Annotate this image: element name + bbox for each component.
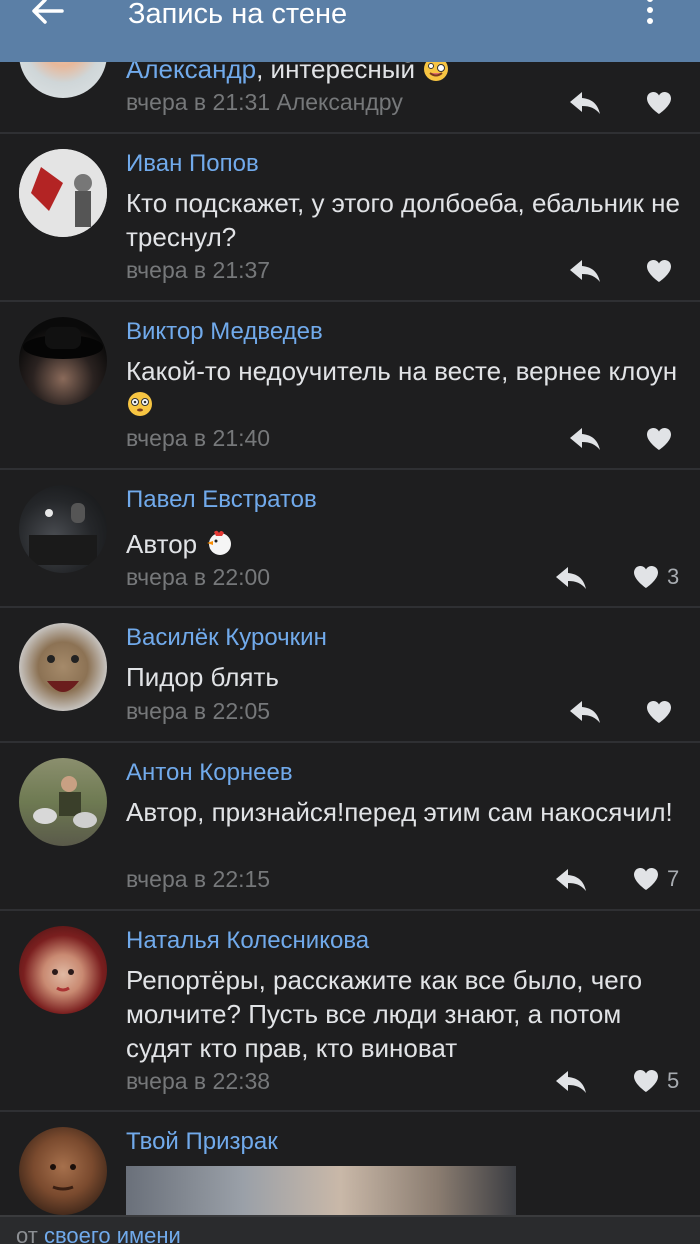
reply-to-link[interactable]: Александру [277, 89, 403, 115]
reply-icon[interactable] [554, 1069, 588, 1095]
comment-text: Автор, признайся!перед этим сам накосячи… [126, 797, 673, 827]
comment-time: вчера в 21:37 [126, 257, 271, 283]
comment-time: вчера в 21:31 [126, 89, 271, 115]
avatar[interactable] [19, 317, 107, 405]
like-button[interactable] [646, 257, 672, 285]
avatar[interactable] [19, 623, 107, 711]
avatar[interactable] [19, 926, 107, 1014]
heart-icon [634, 566, 658, 588]
reply-icon[interactable] [554, 565, 588, 591]
comment-author[interactable]: Василёк Курочкин [126, 624, 327, 652]
more-vertical-icon [647, 0, 653, 2]
heart-icon [634, 1070, 658, 1092]
comment-text: Автор [126, 529, 198, 559]
reply-as-link[interactable]: своего имени [44, 1223, 181, 1244]
back-arrow-icon [32, 0, 64, 24]
top-app-bar: Запись на стене [0, 0, 700, 62]
reply-icon[interactable] [568, 90, 602, 116]
like-button[interactable]: 3 [633, 563, 679, 591]
divider [0, 468, 700, 470]
divider [0, 132, 700, 134]
comment-time: вчера в 22:00 [126, 564, 271, 590]
avatar[interactable] [19, 485, 107, 573]
divider [0, 741, 700, 743]
comment-author[interactable]: Павел Евстратов [126, 486, 317, 514]
heart-icon [647, 428, 671, 450]
comment-text: Какой-то недоучитель на весте, вернее кл… [126, 356, 678, 386]
like-button[interactable]: 5 [633, 1067, 679, 1095]
reply-icon[interactable] [568, 426, 602, 452]
comment-time: вчера в 22:15 [126, 866, 271, 892]
comment-author[interactable]: Наталья Колесникова [126, 927, 369, 955]
reply-as-prefix: от [16, 1223, 38, 1244]
comment-text: Репортёры, расскажите как все было, чего… [126, 965, 643, 1063]
avatar[interactable] [19, 1127, 107, 1215]
reply-icon[interactable] [554, 867, 588, 893]
like-button[interactable]: 7 [633, 865, 679, 893]
reply-icon[interactable] [568, 258, 602, 284]
reply-icon[interactable] [568, 699, 602, 725]
flushed-face-emoji-icon [128, 392, 152, 417]
comment-text: Кто подскажет, у этого долбоеба, ебальни… [126, 188, 680, 252]
comment-author[interactable]: Иван Попов [126, 150, 259, 178]
comment-author[interactable]: Твой Призрак [126, 1128, 278, 1156]
like-count: 5 [667, 1068, 680, 1093]
comment-time: вчера в 22:05 [126, 698, 271, 724]
like-button[interactable] [646, 89, 672, 117]
divider [0, 606, 700, 608]
back-button[interactable] [0, 0, 100, 62]
like-count: 7 [667, 866, 680, 891]
more-options-button[interactable] [636, 0, 664, 28]
chicken-emoji-icon [207, 530, 232, 556]
comment-author[interactable]: Антон Корнеев [126, 759, 293, 787]
heart-icon [647, 701, 671, 723]
reply-as-bar[interactable]: от своего имени [0, 1215, 700, 1244]
like-button[interactable] [646, 698, 672, 726]
comment-text: Пидор блять [126, 662, 279, 692]
comment-author[interactable]: Виктор Медведев [126, 318, 323, 346]
divider [0, 909, 700, 911]
like-count: 3 [667, 564, 680, 589]
comment-time: вчера в 21:40 [126, 425, 271, 451]
heart-icon [647, 92, 671, 114]
like-button[interactable] [646, 425, 672, 453]
divider [0, 300, 700, 302]
avatar[interactable] [19, 149, 107, 237]
avatar[interactable] [19, 758, 107, 846]
divider [0, 1110, 700, 1112]
heart-icon [634, 868, 658, 890]
heart-icon [647, 260, 671, 282]
page-title: Запись на стене [128, 0, 348, 30]
comment-time: вчера в 22:38 [126, 1068, 271, 1094]
